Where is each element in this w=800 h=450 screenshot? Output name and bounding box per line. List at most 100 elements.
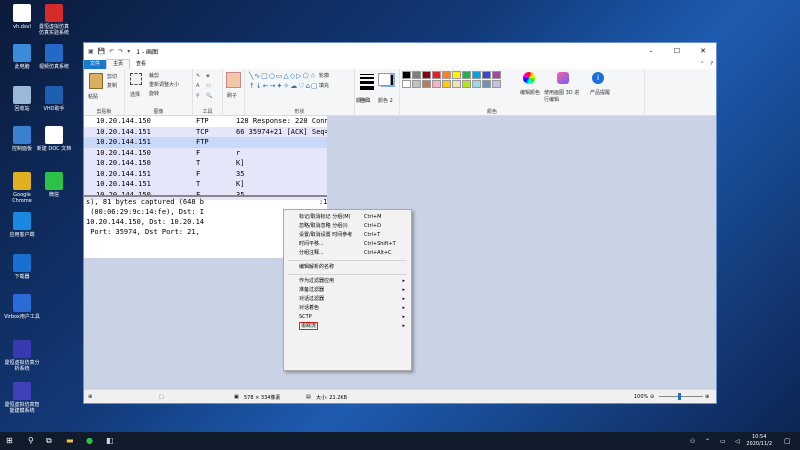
select-icon[interactable] — [130, 73, 142, 85]
rotate-button[interactable]: 旋转 — [149, 90, 159, 97]
context-menu-item[interactable]: 分组注释... Ctrl+Alt+C — [284, 249, 411, 258]
wechat-taskbar-icon[interactable]: ● — [86, 436, 93, 445]
context-menu-item[interactable]: 追踪流 ▸ — [284, 322, 411, 331]
text-icon[interactable]: A — [196, 83, 199, 89]
desktop-icon[interactable]: 视频仿真系统 — [36, 44, 72, 70]
desktop-icon[interactable]: 应用客户端 — [4, 212, 40, 238]
context-menu-item[interactable]: 设置/取消设置 时间参考 Ctrl+T — [284, 231, 411, 240]
palette-swatch[interactable] — [412, 71, 421, 79]
pencil-icon[interactable]: ✎ — [196, 73, 200, 79]
palette-swatch[interactable] — [432, 71, 441, 79]
desktop-icon[interactable]: 曼恒虚拟仿真 仿真实验系统 — [36, 4, 72, 36]
network-icon[interactable]: ▭ — [720, 438, 726, 445]
context-menu-item[interactable]: 时间平移... Ctrl+Shift+T — [284, 240, 411, 249]
palette-swatch[interactable] — [432, 80, 441, 88]
shapes-gallery-row2[interactable]: ↑↓←→✦✧☁♡⌂▢ — [249, 82, 319, 90]
context-menu-item[interactable]: 标记/取消标记 分组(M) Ctrl+M — [284, 213, 411, 222]
context-menu-item[interactable]: SCTP ▸ — [284, 313, 411, 322]
tray-people-icon[interactable]: ⚇ — [690, 438, 695, 445]
fill-button[interactable]: 填充 — [319, 82, 329, 89]
zoom-slider-thumb[interactable] — [678, 393, 681, 400]
select-button[interactable]: 选择 — [130, 91, 140, 98]
redo-icon[interactable]: ↷ — [118, 48, 123, 55]
desktop-icon[interactable]: 微信 — [36, 172, 72, 198]
color2-swatch[interactable] — [378, 73, 391, 86]
close-button[interactable]: ✕ — [690, 47, 716, 55]
outline-button[interactable]: 轮廓 — [319, 72, 329, 79]
desktop-icon[interactable]: 回收站 — [4, 86, 40, 112]
color-picker-icon[interactable]: ⚲ — [196, 93, 200, 99]
desktop-icon[interactable]: 控制面板 — [4, 126, 40, 152]
size-icon[interactable] — [360, 74, 374, 90]
palette-swatch[interactable] — [462, 80, 471, 88]
palette-swatch[interactable] — [422, 80, 431, 88]
start-icon[interactable]: ⊞ — [6, 436, 13, 445]
palette-swatch[interactable] — [442, 71, 451, 79]
canvas-area[interactable]: 10.20.144.150 FTP 128 Response: 220 Connec… — [84, 116, 716, 391]
palette-swatch[interactable] — [402, 71, 411, 79]
collapse-ribbon-icon[interactable]: ⌃ — [697, 60, 707, 69]
paint3d-button[interactable]: 使用画图 3D 进行编辑 — [544, 89, 584, 103]
clock[interactable]: 10:54 2020/11/2 — [746, 434, 772, 448]
zoom-out-icon[interactable]: ⊖ — [650, 394, 654, 400]
tray-expand-icon[interactable]: ⌃ — [705, 438, 710, 445]
brush-button[interactable]: 刷子 — [227, 92, 237, 99]
context-menu-item[interactable]: 准备过滤器 ▸ — [284, 286, 411, 295]
palette-swatch[interactable] — [422, 71, 431, 79]
desktop-icon[interactable]: 曼恒虚拟仿真分析系统 — [4, 340, 40, 372]
edit-colors-button[interactable]: 编辑颜色 — [520, 89, 540, 96]
tab-view[interactable]: 查看 — [130, 60, 152, 69]
edit-colors-icon[interactable] — [523, 72, 535, 84]
magnifier-icon[interactable]: 🔍 — [206, 93, 212, 99]
help-icon[interactable]: ? — [707, 60, 716, 69]
context-menu-item[interactable]: 编辑解析的名称 — [284, 263, 411, 272]
resize-button[interactable]: 重新调整大小 — [149, 81, 179, 88]
eraser-icon[interactable]: ▭ — [206, 83, 211, 89]
desktop-icon[interactable]: vh.dsvl — [4, 4, 40, 30]
product-alert-button[interactable]: 产品提醒 — [590, 89, 610, 96]
save-icon[interactable]: 💾 — [98, 48, 105, 55]
brush-icon[interactable] — [226, 72, 241, 88]
maximize-button[interactable]: ☐ — [664, 47, 690, 55]
palette-swatch[interactable] — [482, 80, 491, 88]
customize-qa-icon[interactable]: ▾ — [127, 48, 130, 55]
tab-file[interactable]: 文件 — [84, 60, 107, 69]
cut-button[interactable]: 剪切 — [107, 73, 117, 80]
context-menu-item[interactable]: 对话着色 ▸ — [284, 304, 411, 313]
file-explorer-icon[interactable]: ▬ — [66, 436, 74, 445]
zoom-slider[interactable] — [659, 396, 703, 397]
copy-button[interactable]: 复制 — [107, 82, 117, 89]
search-icon[interactable]: ⚲ — [28, 436, 34, 445]
desktop-icon[interactable]: 下载器 — [4, 254, 40, 280]
palette-swatch[interactable] — [482, 71, 491, 79]
palette-swatch[interactable] — [492, 80, 501, 88]
paint3d-icon[interactable] — [557, 72, 569, 84]
task-view-icon[interactable]: ⧉ — [46, 436, 52, 446]
desktop-icon[interactable]: VHD助手 — [36, 86, 72, 112]
palette-swatch[interactable] — [412, 80, 421, 88]
info-icon[interactable]: i — [592, 72, 604, 84]
desktop-icon[interactable]: Virbox用户工具 — [4, 294, 40, 320]
zoom-in-icon[interactable]: ⊕ — [705, 394, 709, 400]
notification-icon[interactable]: ▢ — [784, 437, 791, 445]
crop-button[interactable]: 裁剪 — [149, 72, 159, 79]
paint-taskbar-icon[interactable]: ◧ — [106, 436, 114, 445]
paste-button[interactable]: 粘贴 — [88, 93, 98, 100]
desktop-icon[interactable]: 新建 DOC 文档 — [36, 126, 72, 152]
undo-icon[interactable]: ↶ — [109, 48, 114, 55]
context-menu-item[interactable]: 忽略/取消忽略 分组(I) Ctrl+D — [284, 222, 411, 231]
desktop-icon[interactable]: Google Chrome — [4, 172, 40, 204]
palette-swatch[interactable] — [402, 80, 411, 88]
paste-icon[interactable] — [89, 73, 103, 89]
palette-swatch[interactable] — [472, 80, 481, 88]
desktop-icon[interactable]: 曼恒虚拟仿真智能建模系统 — [4, 382, 40, 414]
fill-icon[interactable]: ◈ — [206, 73, 210, 79]
palette-swatch[interactable] — [462, 71, 471, 79]
volume-icon[interactable]: ◁ — [735, 438, 740, 445]
palette-swatch[interactable] — [452, 80, 461, 88]
context-menu-item[interactable]: 对话过滤器 ▸ — [284, 295, 411, 304]
palette-swatch[interactable] — [442, 80, 451, 88]
palette-swatch[interactable] — [492, 71, 501, 79]
shapes-gallery[interactable]: ╲∿□○▭△◇▷⬠☆ — [249, 72, 317, 80]
minimize-button[interactable]: – — [638, 47, 664, 55]
